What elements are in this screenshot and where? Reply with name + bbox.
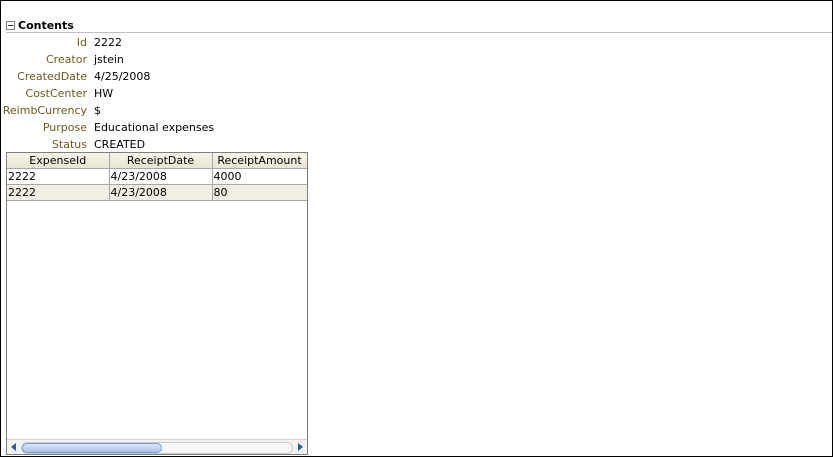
field-cost-center: CostCenter HW <box>1 86 401 103</box>
section-title: Contents <box>18 18 74 32</box>
field-label: Creator <box>45 53 87 66</box>
field-label: CreatedDate <box>17 70 87 83</box>
field-label: Status <box>51 138 87 151</box>
field-purpose: Purpose Educational expenses <box>1 120 401 137</box>
table-row[interactable]: 2222 4/23/2008 4000 <box>7 168 307 185</box>
scroll-right-button[interactable] <box>295 442 305 452</box>
table-cell: 4/23/2008 <box>109 184 213 201</box>
field-label: ReimbCurrency <box>2 104 87 117</box>
table-cell: 80 <box>212 184 307 201</box>
table-cell: 2222 <box>7 184 110 201</box>
scroll-track[interactable] <box>21 442 293 454</box>
field-reimb-currency: ReimbCurrency $ <box>1 103 401 120</box>
contents-panel: Contents Id 2222 Creator jstein CreatedD… <box>0 0 833 457</box>
scroll-thumb[interactable] <box>22 443 162 453</box>
arrow-left-icon <box>11 443 16 451</box>
column-header-receipt-amount[interactable]: ReceiptAmount <box>212 153 307 169</box>
field-value: 4/25/2008 <box>94 70 151 83</box>
table-cell: 2222 <box>7 168 110 185</box>
field-label: Id <box>76 36 87 49</box>
field-created-date: CreatedDate 4/25/2008 <box>1 69 401 86</box>
expense-table: ExpenseId ReceiptDate ReceiptAmount 2222… <box>6 152 308 455</box>
field-label: CostCenter <box>25 87 87 100</box>
section-divider <box>6 32 832 33</box>
section-header[interactable]: Contents <box>6 18 74 32</box>
arrow-right-icon <box>298 443 303 451</box>
field-id: Id 2222 <box>1 35 401 52</box>
horizontal-scrollbar[interactable] <box>7 439 307 454</box>
field-label: Purpose <box>42 121 87 134</box>
table-cell: 4000 <box>212 168 307 185</box>
table-cell: 4/23/2008 <box>109 168 213 185</box>
table-header-row: ExpenseId ReceiptDate ReceiptAmount <box>7 153 307 169</box>
collapse-minus-icon[interactable] <box>6 20 15 30</box>
field-value: CREATED <box>94 138 146 151</box>
field-creator: Creator jstein <box>1 52 401 69</box>
column-header-expense-id[interactable]: ExpenseId <box>7 153 110 169</box>
field-value: 2222 <box>94 36 122 49</box>
field-value: HW <box>94 87 114 100</box>
table-row[interactable]: 2222 4/23/2008 80 <box>7 184 307 201</box>
field-value: $ <box>94 104 101 117</box>
field-value: jstein <box>94 53 124 66</box>
column-header-receipt-date[interactable]: ReceiptDate <box>109 153 213 169</box>
scroll-left-button[interactable] <box>9 442 19 452</box>
field-value: Educational expenses <box>94 121 215 134</box>
